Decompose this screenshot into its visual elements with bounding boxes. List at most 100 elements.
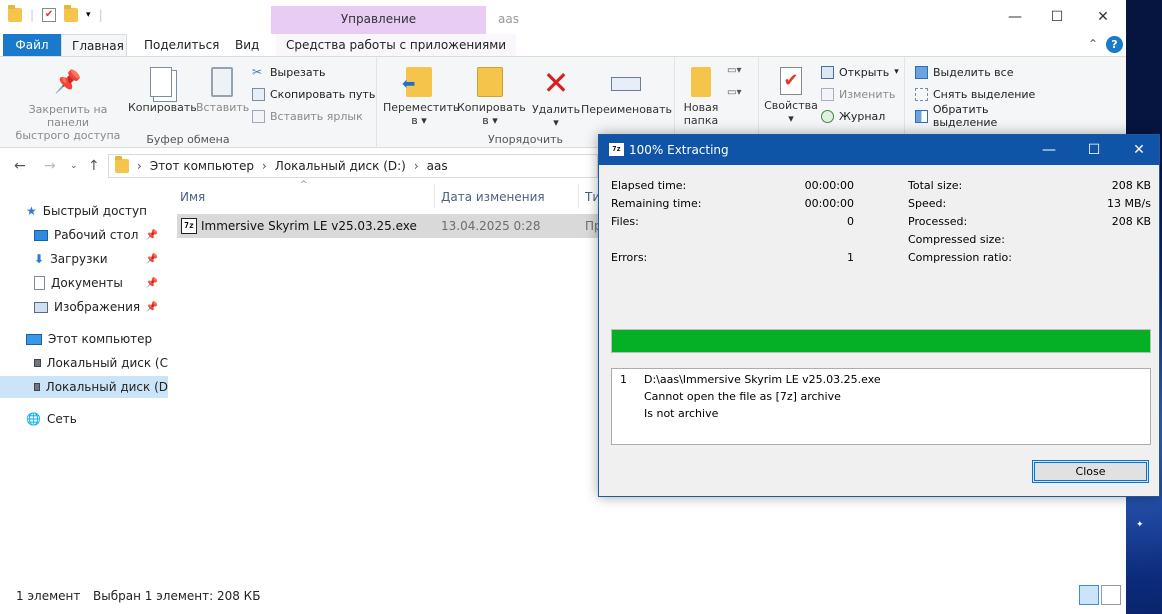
open-button[interactable]: Открыть ▾ bbox=[821, 63, 899, 81]
dialog-title-bar: 7z 100% Extracting — ☐ ✕ bbox=[599, 135, 1159, 165]
history-icon bbox=[821, 109, 834, 123]
edit-button[interactable]: Изменить bbox=[821, 85, 895, 103]
new-item-icon[interactable]: ▭▾ bbox=[727, 65, 741, 76]
navigation-pane: ★ Быстрый доступ Рабочий стол 📌 ⬇ Загруз… bbox=[0, 196, 168, 576]
network-icon: 🌐 bbox=[26, 412, 41, 426]
edit-icon bbox=[821, 87, 834, 101]
nav-pictures[interactable]: Изображения 📌 bbox=[34, 296, 168, 318]
easy-access-icon[interactable]: ▭▾ bbox=[727, 87, 741, 98]
pin-icon: 📌 bbox=[145, 277, 158, 289]
pin-icon: 📌 bbox=[145, 301, 158, 313]
extract-progress-bar bbox=[611, 329, 1151, 353]
dialog-minimize-button[interactable]: — bbox=[1029, 141, 1069, 159]
error-messages-list[interactable]: 1 D:\aas\Immersive Skyrim LE v25.03.25.e… bbox=[611, 368, 1151, 445]
column-name[interactable]: Имя bbox=[180, 190, 205, 204]
nav-desktop[interactable]: Рабочий стол 📌 bbox=[34, 224, 168, 246]
computer-icon bbox=[26, 333, 42, 345]
total-size-value: 208 KB bbox=[1111, 179, 1151, 192]
close-window-button[interactable]: ✕ bbox=[1080, 6, 1126, 28]
delete-button[interactable]: ✕ Удалить ▾ bbox=[531, 67, 581, 129]
pictures-icon bbox=[34, 301, 48, 313]
customize-qat-icon[interactable]: ▾ bbox=[86, 10, 91, 20]
up-arrow-icon[interactable]: ↑ bbox=[88, 158, 100, 174]
select-all-icon bbox=[915, 65, 928, 79]
copy-button[interactable]: Копировать bbox=[128, 67, 197, 114]
file-date: 13.04.2025 0:28 bbox=[441, 219, 541, 233]
drive-icon bbox=[34, 359, 41, 367]
copy-path-button[interactable]: Скопировать путь bbox=[252, 85, 375, 103]
dialog-close-icon[interactable]: ✕ bbox=[1119, 141, 1159, 159]
elapsed-time-label: Elapsed time: bbox=[611, 179, 687, 192]
elapsed-time-value: 00:00:00 bbox=[804, 179, 854, 192]
forward-arrow-icon[interactable]: → bbox=[44, 158, 56, 174]
copy-to-button[interactable]: Копировать в ▾ bbox=[457, 67, 526, 127]
select-all-button[interactable]: Выделить все bbox=[915, 63, 1013, 81]
invert-selection-button[interactable]: Обратить выделение bbox=[915, 103, 1055, 129]
back-arrow-icon[interactable]: ← bbox=[14, 158, 26, 174]
new-folder-button[interactable]: Новая папка bbox=[679, 67, 723, 127]
manage-context-tab[interactable]: Управление bbox=[271, 6, 486, 34]
tab-file[interactable]: Файл bbox=[3, 34, 61, 56]
nav-documents[interactable]: Документы 📌 bbox=[34, 272, 168, 294]
status-bar: 1 элемент Выбран 1 элемент: 208 КБ bbox=[0, 584, 1126, 614]
tab-view[interactable]: Вид bbox=[225, 34, 269, 56]
extract-progress-dialog: 7z 100% Extracting — ☐ ✕ Elapsed time: 0… bbox=[598, 134, 1160, 497]
close-button[interactable]: Close bbox=[1032, 460, 1149, 483]
rename-button[interactable]: Переименовать bbox=[581, 67, 672, 116]
ribbon-collapse-icon[interactable]: ⌃ bbox=[1088, 37, 1098, 51]
pin-icon: 📌 bbox=[54, 70, 82, 95]
minimize-button[interactable]: — bbox=[992, 6, 1038, 28]
breadcrumb-aas[interactable]: aas bbox=[427, 159, 448, 173]
column-date[interactable]: Дата изменения bbox=[441, 190, 545, 204]
7zip-icon: 7z bbox=[609, 143, 624, 156]
properties-icon[interactable]: ✔ bbox=[42, 8, 57, 22]
nav-disk-c[interactable]: Локальный диск (C bbox=[34, 352, 168, 374]
breadcrumb-this-pc[interactable]: Этот компьютер bbox=[150, 159, 254, 173]
ribbon-tabs: Файл Главная Поделиться Вид Средства раб… bbox=[0, 34, 1126, 56]
nav-disk-d[interactable]: Локальный диск (D bbox=[0, 376, 168, 398]
copy-path-icon bbox=[252, 87, 265, 101]
dialog-maximize-button[interactable]: ☐ bbox=[1074, 141, 1114, 159]
properties-button[interactable]: ✔ Свойства ▾ bbox=[763, 67, 819, 125]
nav-quick-access[interactable]: ★ Быстрый доступ bbox=[26, 200, 194, 222]
select-none-button[interactable]: Снять выделение bbox=[915, 85, 1035, 103]
message-detail: Is not archive bbox=[644, 407, 719, 420]
tab-share[interactable]: Поделиться bbox=[134, 34, 229, 56]
status-count: 1 элемент bbox=[16, 589, 81, 603]
delete-x-icon: ✕ bbox=[542, 64, 570, 102]
move-to-icon: ⬅ bbox=[402, 67, 432, 97]
message-path: D:\aas\Immersive Skyrim LE v25.03.25.exe bbox=[644, 373, 881, 386]
errors-value: 1 bbox=[847, 251, 854, 264]
document-icon bbox=[34, 276, 45, 290]
file-row[interactable]: 7z Immersive Skyrim LE v25.03.25.exe 13.… bbox=[177, 214, 617, 238]
tab-application-tools[interactable]: Средства работы с приложениями bbox=[276, 34, 517, 56]
nav-downloads[interactable]: ⬇ Загрузки 📌 bbox=[34, 248, 168, 270]
folder-icon bbox=[115, 156, 129, 173]
large-icons-view-button[interactable] bbox=[1101, 585, 1121, 605]
paste-button[interactable]: Вставить bbox=[196, 67, 249, 114]
properties-check-icon: ✔ bbox=[780, 67, 802, 95]
move-to-button[interactable]: ⬅ Переместить в ▾ bbox=[383, 67, 459, 127]
speed-label: Speed: bbox=[908, 197, 947, 210]
copy-to-icon bbox=[477, 67, 503, 97]
new-folder-icon[interactable] bbox=[64, 5, 79, 22]
tab-home[interactable]: Главная bbox=[61, 34, 127, 56]
remaining-time-value: 00:00:00 bbox=[804, 197, 854, 210]
7zip-file-icon: 7z bbox=[181, 218, 197, 234]
nav-this-pc[interactable]: Этот компьютер bbox=[26, 328, 194, 350]
dialog-title: 100% Extracting bbox=[629, 143, 729, 157]
maximize-button[interactable]: ☐ bbox=[1034, 6, 1080, 28]
speed-value: 13 MB/s bbox=[1107, 197, 1151, 210]
nav-network[interactable]: 🌐 Сеть bbox=[26, 408, 194, 430]
cut-button[interactable]: ✂ Вырезать bbox=[252, 63, 325, 81]
help-icon[interactable]: ? bbox=[1106, 36, 1123, 53]
recent-dropdown-icon[interactable]: ⌄ bbox=[70, 161, 78, 171]
breadcrumb-disk-d[interactable]: Локальный диск (D:) bbox=[275, 159, 406, 173]
star-icon: ★ bbox=[26, 204, 37, 218]
address-bar[interactable]: › Этот компьютер › Локальный диск (D:) ›… bbox=[108, 154, 598, 178]
pin-quick-access-button[interactable]: 📌 Закрепить на панели быстрого доступа bbox=[8, 67, 128, 142]
details-view-button[interactable] bbox=[1079, 585, 1099, 605]
history-button[interactable]: Журнал bbox=[821, 107, 885, 125]
folder-icon[interactable] bbox=[8, 5, 22, 22]
paste-shortcut-button[interactable]: Вставить ярлык bbox=[252, 107, 363, 125]
